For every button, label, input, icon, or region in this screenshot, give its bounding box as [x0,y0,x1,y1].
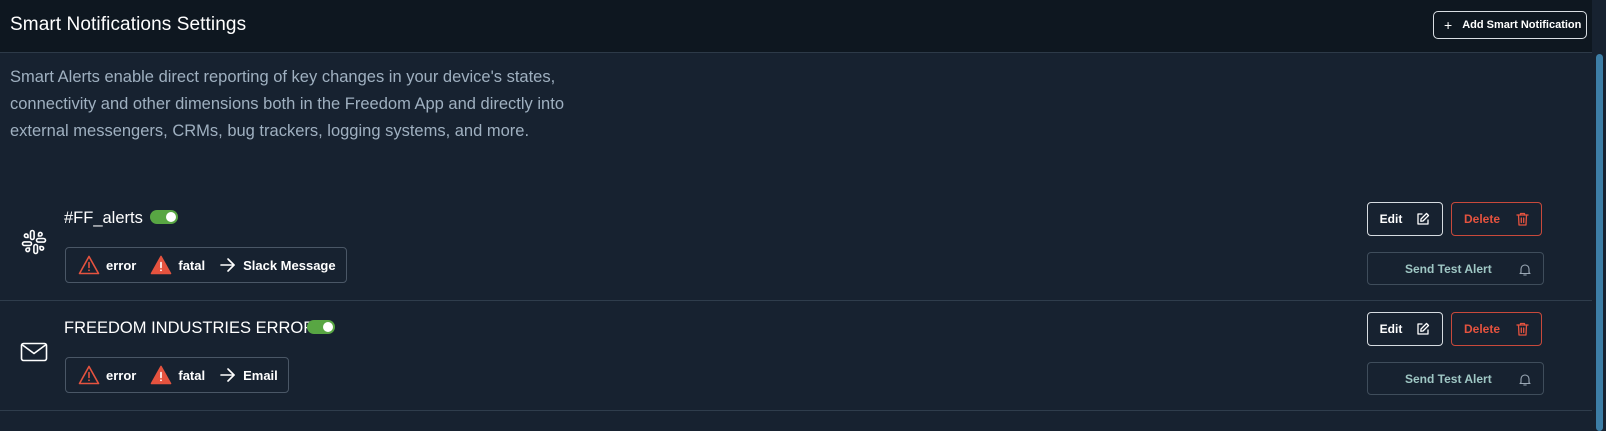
send-test-alert-button[interactable]: Send Test Alert [1367,362,1544,395]
add-smart-notification-button[interactable]: + Add Smart Notification [1433,11,1587,39]
send-test-alert-label: Send Test Alert [1405,371,1492,386]
send-test-alert-label: Send Test Alert [1405,261,1492,276]
slack-icon [20,228,48,256]
level-tag-error: error [106,367,137,383]
arrow-right-icon [220,368,235,382]
alert-row-freedom-industries-error: FREEDOM INDUSTRIES ERROR error fatal Ema… [0,300,1592,411]
delete-label: Delete [1463,322,1501,336]
page-title: Smart Notifications Settings [10,14,247,35]
arrow-right-icon [220,258,235,272]
destination-label: Slack Message [243,257,336,273]
warning-outline-icon [78,365,100,385]
alert-enabled-toggle[interactable] [150,210,178,224]
plus-icon: + [1444,17,1453,33]
smart-notifications-page: Smart Notifications Settings + Add Smart… [0,0,1606,431]
alert-rule-summary: error fatal Slack Message [65,247,347,283]
destination-label: Email [243,367,278,383]
page-header: Smart Notifications Settings + Add Smart… [0,0,1592,53]
edit-label: Edit [1379,212,1403,226]
level-tag-fatal: fatal [178,367,206,383]
level-tag-fatal: fatal [178,257,206,273]
warning-outline-icon [78,255,100,275]
trash-icon [1516,212,1529,226]
alert-name: FREEDOM INDUSTRIES ERROR [64,319,316,337]
delete-button[interactable]: Delete [1451,312,1542,346]
bell-icon [1519,374,1531,386]
edit-icon [1417,212,1430,225]
delete-label: Delete [1463,212,1501,226]
warning-filled-icon [151,365,172,385]
add-smart-notification-label: Add Smart Notification [1462,19,1582,31]
warning-filled-icon [151,255,172,275]
delete-button[interactable]: Delete [1451,202,1542,236]
scrollbar-thumb[interactable] [1596,54,1603,431]
trash-icon [1516,322,1529,336]
intro-description: Smart Alerts enable direct reporting of … [10,68,564,140]
toggle-knob [323,322,333,332]
alert-row-ff-alerts: #FF_alerts error fatal Slack Message Edi… [0,190,1592,301]
send-test-alert-button[interactable]: Send Test Alert [1367,252,1544,285]
mail-icon [20,338,48,366]
edit-button[interactable]: Edit [1367,312,1443,346]
edit-button[interactable]: Edit [1367,202,1443,236]
level-tag-error: error [106,257,137,273]
alert-enabled-toggle[interactable] [307,320,335,334]
edit-label: Edit [1379,322,1403,336]
edit-icon [1417,322,1430,335]
toggle-knob [166,212,176,222]
alert-name: #FF_alerts [64,209,143,227]
bell-icon [1519,264,1531,276]
alert-rule-summary: error fatal Email [65,357,289,393]
